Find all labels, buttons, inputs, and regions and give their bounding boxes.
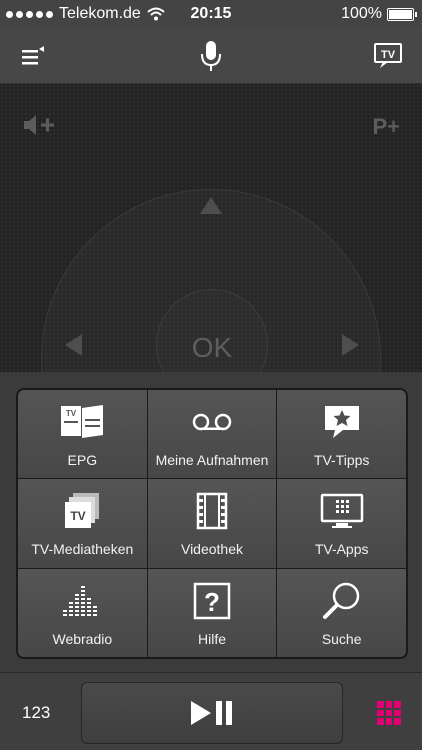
- arrow-up-icon[interactable]: [200, 197, 222, 214]
- program-up-button[interactable]: P+: [372, 114, 400, 140]
- play-pause-button[interactable]: [81, 682, 343, 744]
- tv-apps-icon: [320, 494, 363, 529]
- menu-item-tv-mediatheken[interactable]: TV TV-Mediatheken: [18, 479, 147, 568]
- menu-item-label: Suche: [321, 630, 362, 647]
- status-right: 100%: [341, 5, 417, 23]
- epg-icon: TV: [61, 405, 104, 438]
- menu-item-label: Hilfe: [197, 630, 226, 647]
- menu-item-epg[interactable]: TV EPG: [18, 390, 147, 479]
- tv-library-icon: TV: [65, 493, 100, 529]
- signal-icon: [6, 10, 53, 18]
- menu-item-webradio[interactable]: Webradio: [18, 568, 147, 657]
- battery-percent: 100%: [341, 5, 382, 22]
- menu-item-meine-aufnahmen[interactable]: Meine Aufnahmen: [147, 390, 277, 479]
- numpad-button[interactable]: 123: [22, 703, 50, 723]
- volume-up-button[interactable]: [22, 114, 56, 142]
- menu-item-label: Webradio: [52, 630, 113, 647]
- top-bar: TV: [0, 28, 422, 84]
- svg-text:TV: TV: [71, 509, 86, 523]
- carrier-name: Telekom.de: [59, 5, 141, 22]
- menu-icon[interactable]: [16, 38, 52, 74]
- bottom-bar: 123: [0, 672, 422, 750]
- menu-item-hilfe[interactable]: ? Hilfe: [147, 568, 277, 657]
- magenta-grid-icon[interactable]: [377, 701, 401, 725]
- equalizer-icon: [63, 585, 98, 616]
- play-pause-icon: [191, 701, 232, 725]
- menu-item-label: TV-Tipps: [313, 452, 370, 468]
- battery-icon: [387, 7, 417, 21]
- svg-text:TV: TV: [66, 409, 77, 418]
- menu-item-label: Videothek: [180, 541, 243, 558]
- arrow-right-icon[interactable]: [342, 334, 359, 356]
- menu-item-label: TV-Apps: [314, 541, 369, 558]
- arrow-left-icon[interactable]: [65, 334, 82, 356]
- menu-item-tv-tipps[interactable]: TV-Tipps: [277, 390, 406, 479]
- tv-icon-text: TV: [381, 49, 396, 61]
- remote-pad[interactable]: P+ OK: [0, 84, 422, 372]
- microphone-icon[interactable]: [193, 38, 229, 74]
- menu-item-videothek[interactable]: Videothek: [147, 479, 277, 568]
- tv-icon[interactable]: TV: [370, 38, 406, 74]
- menu-grid: TV EPG Meine Aufnahmen TV-Tipps TV TV-Me…: [16, 388, 408, 659]
- status-left: Telekom.de: [6, 5, 165, 23]
- menu-item-label: Meine Aufnahmen: [155, 452, 269, 468]
- recording-icon: [192, 413, 232, 431]
- menu-item-tv-apps[interactable]: TV-Apps: [277, 479, 406, 568]
- film-icon: [196, 493, 228, 530]
- help-icon: ?: [193, 582, 231, 619]
- tv-tips-star-icon: [324, 406, 359, 438]
- menu-panel: TV EPG Meine Aufnahmen TV-Tipps TV TV-Me…: [0, 372, 422, 672]
- speaker-icon: [24, 115, 54, 135]
- menu-item-label: EPG: [67, 452, 98, 468]
- wifi-icon: [147, 7, 165, 21]
- status-bar: Telekom.de 20:15 100%: [0, 0, 422, 28]
- search-icon: [322, 582, 359, 619]
- menu-item-suche[interactable]: Suche: [277, 568, 406, 657]
- menu-item-label: TV-Mediatheken: [31, 541, 134, 558]
- svg-text:?: ?: [204, 587, 220, 617]
